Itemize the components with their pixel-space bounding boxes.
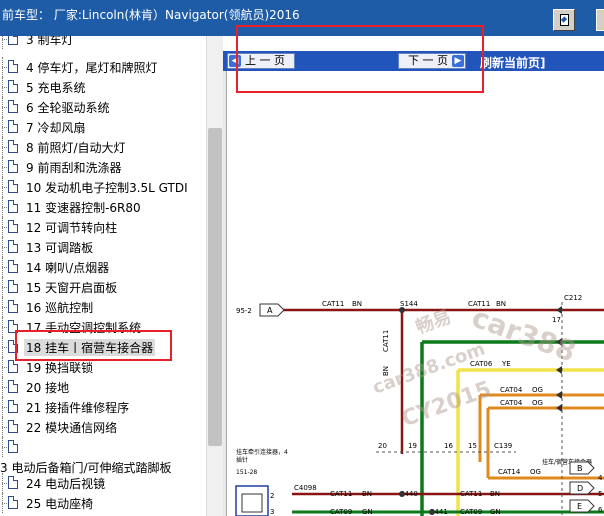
document-icon: [8, 36, 18, 45]
pin-label: 19: [408, 442, 417, 450]
connector-label: C212: [564, 294, 582, 302]
document-icon: [8, 240, 18, 253]
wire-label: CAT11: [382, 330, 390, 352]
chapter-tree: 3 制车灯 4 停车灯，尾灯和牌照灯 5 充电系统 6 全轮驱动系统 7 冷却风…: [0, 36, 206, 516]
document-icon: [8, 120, 18, 133]
wire-label: CAT11: [460, 490, 482, 498]
document-icon: [8, 496, 18, 509]
tree-scrollbar[interactable]: [206, 36, 223, 516]
document-icon: [8, 160, 18, 173]
document-icon: [8, 180, 18, 193]
window-title: 前车型： 厂家:Lincoln(林肯）Navigator(领航员)2016: [2, 8, 300, 22]
wire-color-label: BN: [490, 490, 500, 498]
more-button[interactable]: [596, 9, 604, 31]
document-icon: [8, 420, 18, 433]
pin-label: 17: [552, 316, 561, 324]
connector-b-label: B: [577, 464, 583, 473]
refresh-page-link[interactable]: 刷新当前页]: [480, 54, 546, 71]
pin-label: 6: [598, 506, 603, 514]
pin-label: 5: [598, 490, 602, 498]
wire-label: CAT04: [500, 386, 523, 394]
document-icon: [8, 360, 18, 373]
wire-color-label: OG: [532, 386, 543, 394]
wire-label: CAT04: [500, 399, 523, 407]
highlight-box-nav: [236, 25, 484, 93]
document-icon: [8, 200, 18, 213]
document-icon: [8, 400, 18, 413]
wire-color-label: YE: [501, 360, 511, 368]
highlight-box-selection: [15, 330, 172, 361]
connector-label: C4098: [294, 484, 317, 492]
module-label: 插针: [236, 456, 248, 464]
document-icon: [8, 300, 18, 313]
wire-label: CAT11: [330, 490, 352, 498]
wire-label: CAT14: [498, 468, 521, 476]
connector-e-label: E: [577, 502, 582, 511]
document-icon: [8, 220, 18, 233]
document-icon: [8, 380, 18, 393]
wire-label: CAT09: [460, 508, 482, 516]
wire-color-label: GN: [490, 508, 501, 516]
wire-color-label: OG: [532, 399, 543, 407]
document-icon: [8, 100, 18, 113]
pin-label: 4: [598, 474, 603, 482]
pin-label: 2: [270, 492, 274, 500]
diagram-toggle-button[interactable]: [553, 9, 575, 31]
pin-label: 3: [270, 508, 274, 516]
wire-color-label: OG: [530, 468, 541, 476]
ref-label: 95-2: [236, 307, 252, 315]
module-label: 挂车牵引连接器，4: [236, 448, 288, 456]
document-icon: [8, 260, 18, 273]
document-icon: [8, 440, 18, 453]
document-icon: [8, 80, 18, 93]
document-icon: [8, 476, 18, 489]
connector-a-label: A: [267, 306, 273, 315]
connector-d-label: D: [577, 484, 583, 493]
connector-label: C139: [494, 442, 512, 450]
wire-color-label: BN: [362, 490, 372, 498]
pin-label: 20: [378, 442, 387, 450]
splice-label: S144: [400, 300, 418, 308]
wire-label: CAT11: [322, 300, 344, 308]
pin-label: 15: [468, 442, 477, 450]
wire-label: CAT09: [330, 508, 352, 516]
wire-color-label: GN: [362, 508, 373, 516]
document-icon: [8, 60, 18, 73]
diagram-icon: [560, 14, 569, 26]
document-icon: [8, 280, 18, 293]
wire-color-label: BN: [352, 300, 362, 308]
ref-label: 151-28: [236, 469, 257, 476]
scrollbar-thumb[interactable]: [208, 128, 222, 446]
document-icon: [8, 140, 18, 153]
pin-label: 16: [444, 442, 453, 450]
